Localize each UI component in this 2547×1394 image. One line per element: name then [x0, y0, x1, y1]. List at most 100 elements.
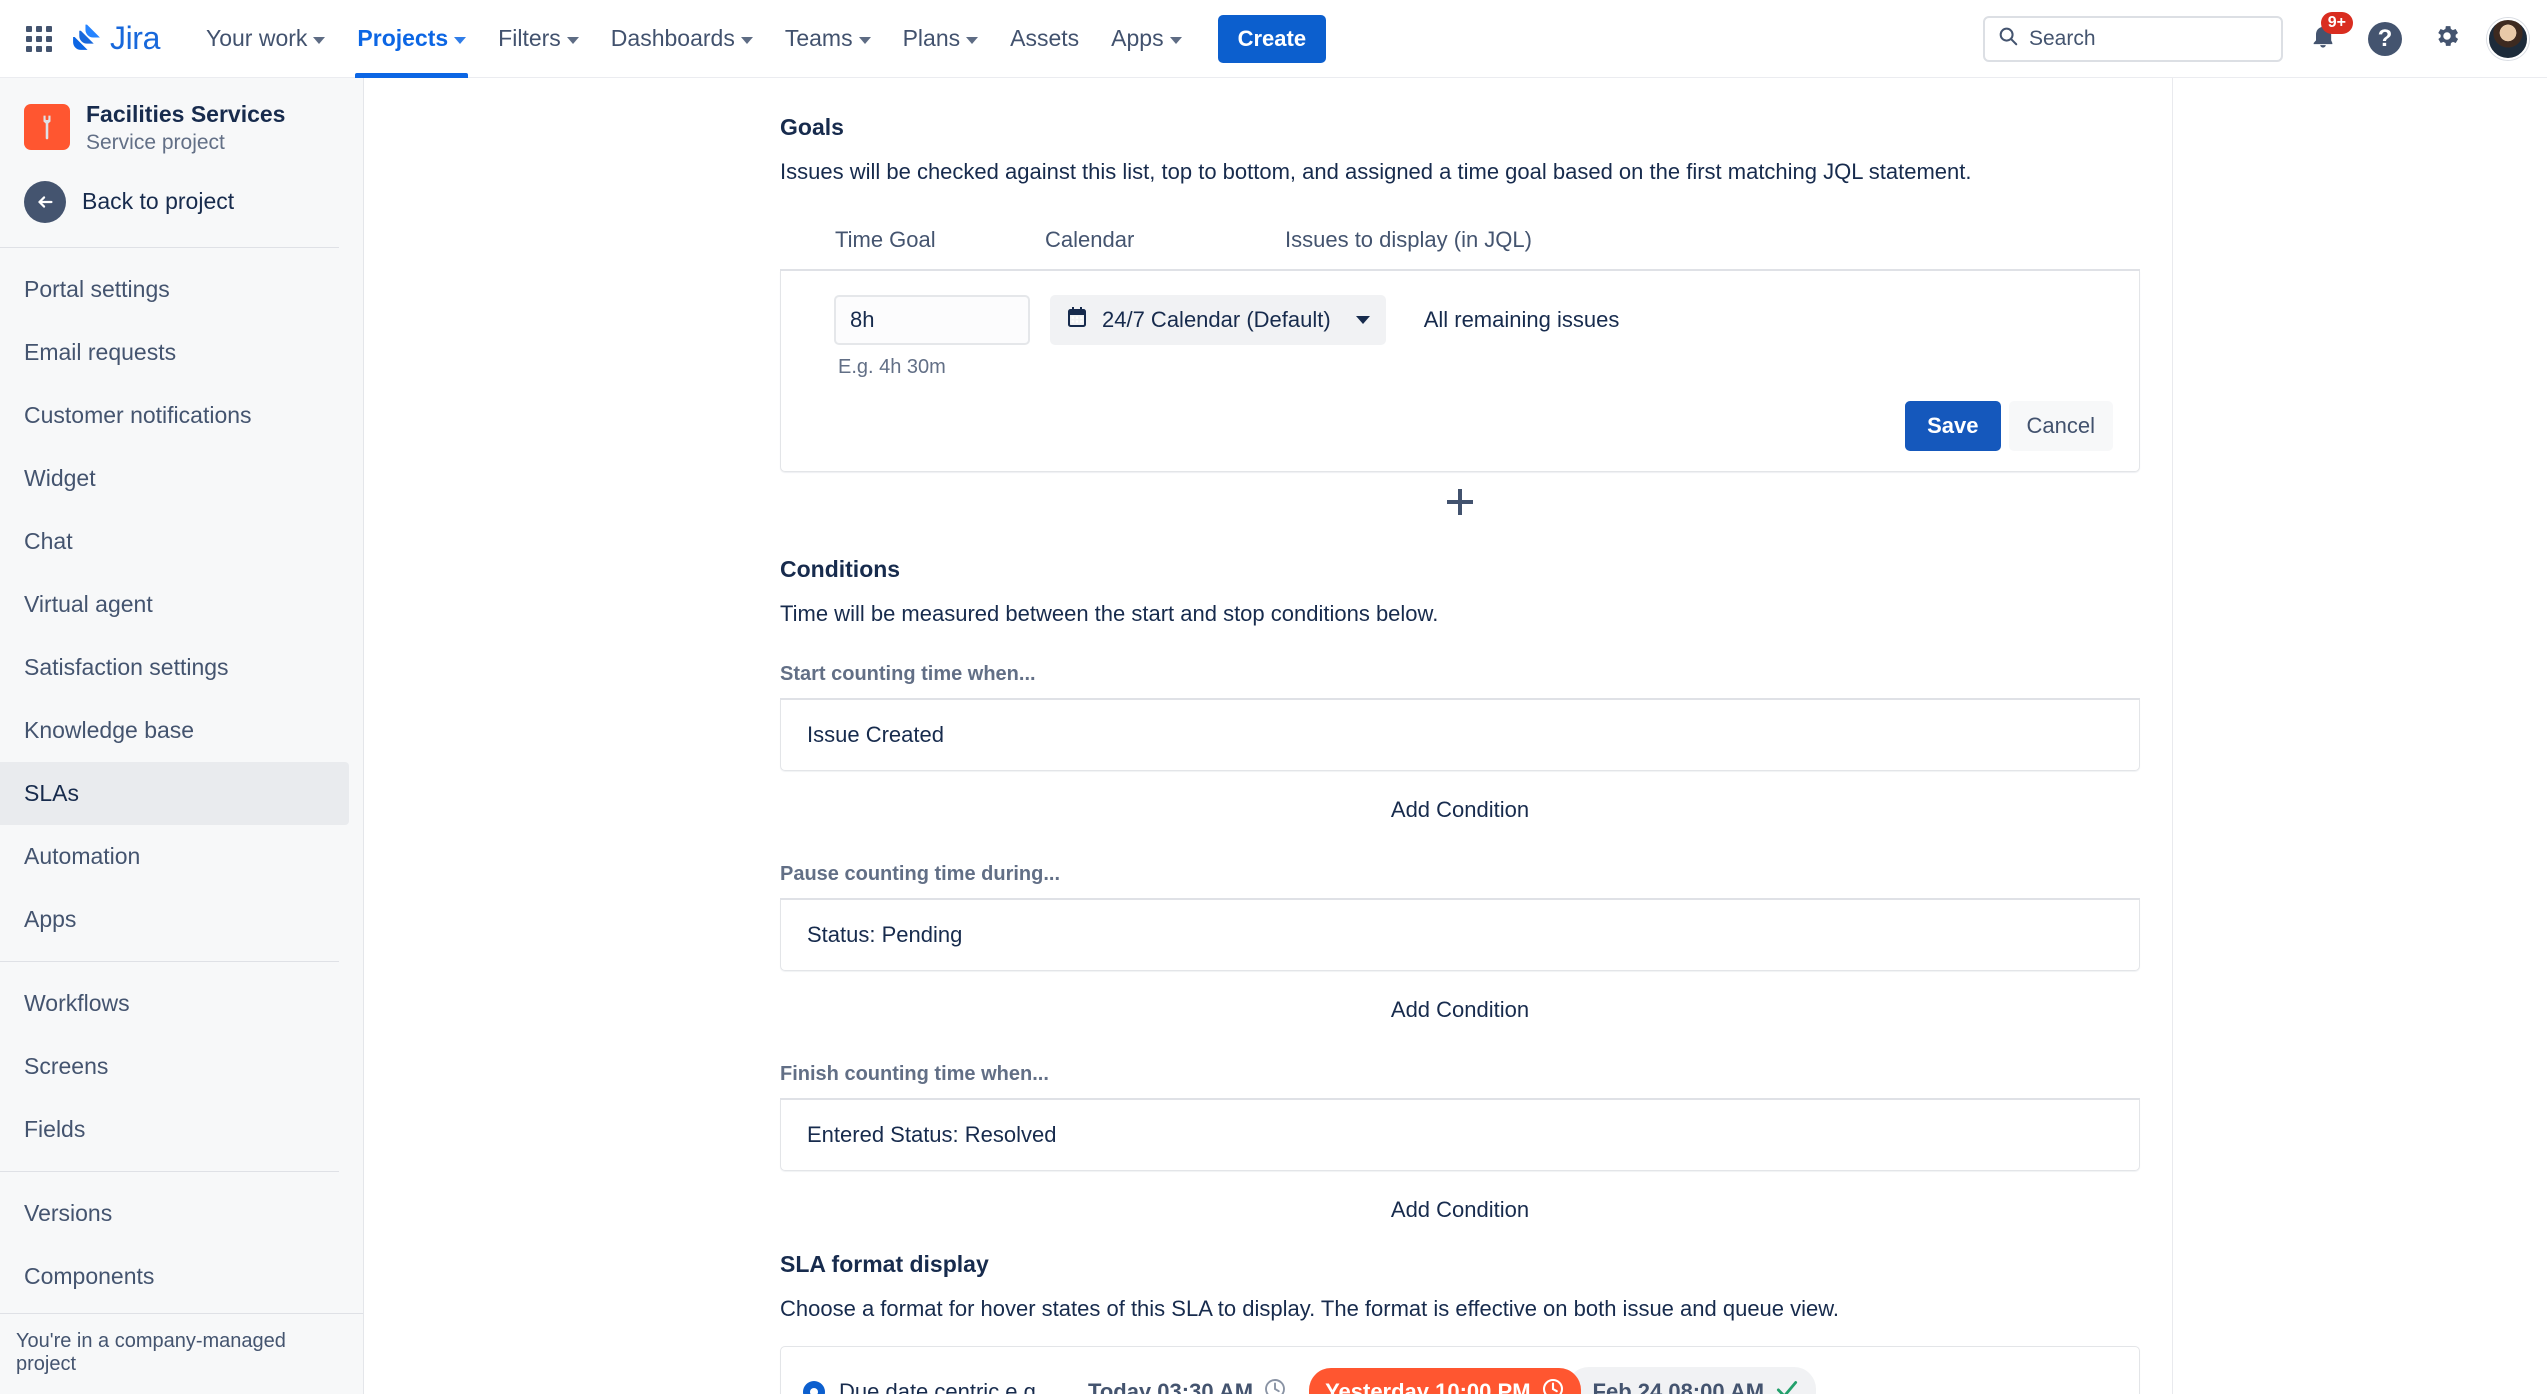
pause-condition-label: Pause counting time during...	[780, 863, 1061, 885]
chevron-down-icon	[313, 36, 326, 44]
sla-settings-content: Goals Issues will be checked against thi…	[364, 78, 2173, 1394]
chevron-down-icon	[740, 36, 753, 44]
conditions-heading: Conditions	[780, 556, 901, 582]
sidebar-item-email-requests[interactable]: Email requests	[0, 321, 349, 384]
nav-right-controls: Search 9+ ?	[1983, 11, 2529, 62]
sidebar-item-label: Chat	[24, 527, 73, 554]
chevron-down-icon	[966, 36, 979, 44]
project-header[interactable]: Facilities Services Service project	[0, 78, 363, 167]
finish-condition-value[interactable]: Entered Status: Resolved	[780, 1100, 2140, 1171]
sidebar-item-label: SLAs	[24, 779, 79, 806]
create-button[interactable]: Create	[1217, 14, 1327, 63]
sla-format-samples: Today 03:30 AM Yesterday 10:00 PM Feb 24…	[1072, 1367, 1817, 1394]
search-input[interactable]: Search	[1983, 15, 2283, 62]
nav-item-teams[interactable]: Teams	[769, 0, 887, 78]
sidebar-item-virtual-agent[interactable]: Virtual agent	[0, 573, 349, 636]
settings-button[interactable]	[2425, 17, 2469, 61]
goal-row-card: 24/7 Calendar (Default) All remaining is…	[780, 271, 2140, 472]
sidebar-item-components[interactable]: Components	[0, 1245, 349, 1308]
project-settings-sidebar: Facilities Services Service project Back…	[0, 78, 364, 1394]
sidebar-item-label: Widget	[24, 464, 96, 491]
nav-item-dashboards[interactable]: Dashboards	[595, 0, 769, 78]
chevron-down-icon	[1355, 316, 1370, 324]
conditions-description: Time will be measured between the start …	[780, 601, 1439, 626]
goal-actions: Save Cancel	[834, 401, 2113, 451]
goals-description: Issues will be checked against this list…	[780, 159, 1972, 184]
nav-label: Plans	[902, 25, 961, 51]
add-finish-condition-button[interactable]: Add Condition	[780, 1171, 2140, 1249]
avatar[interactable]	[2487, 17, 2529, 60]
back-to-project-link[interactable]: Back to project	[0, 167, 363, 237]
nav-label: Apps	[1111, 25, 1164, 51]
chevron-down-icon	[1169, 36, 1182, 44]
back-to-project-label: Back to project	[82, 188, 235, 215]
sidebar-item-widget[interactable]: Widget	[0, 447, 349, 510]
sidebar-item-fields[interactable]: Fields	[0, 1098, 349, 1161]
sidebar-item-chat[interactable]: Chat	[0, 510, 349, 573]
sidebar-item-label: Automation	[24, 842, 141, 869]
brand-name: Jira	[110, 20, 160, 56]
sla-sample-breached: Yesterday 10:00 PM	[1309, 1368, 1581, 1394]
jira-home-link[interactable]: Jira	[70, 20, 160, 57]
chevron-down-icon	[566, 36, 579, 44]
nav-item-your-work[interactable]: Your work	[190, 0, 341, 78]
nav-item-plans[interactable]: Plans	[887, 0, 995, 78]
sla-format-heading: SLA format display	[780, 1251, 989, 1277]
sidebar-item-automation[interactable]: Automation	[0, 825, 349, 888]
primary-nav: Your work Projects Filters Dashboards Te…	[190, 0, 1327, 78]
sla-sample-completed: Feb 24 08:00 AM	[1566, 1367, 1817, 1394]
clock-icon	[1263, 1377, 1287, 1394]
sidebar-item-portal-settings[interactable]: Portal settings	[0, 258, 349, 321]
nav-item-assets[interactable]: Assets	[994, 0, 1095, 78]
sidebar-item-label: Components	[24, 1262, 155, 1289]
notifications-button[interactable]: 9+	[2301, 11, 2353, 61]
nav-item-apps[interactable]: Apps	[1095, 0, 1197, 78]
sla-format-description: Choose a format for hover states of this…	[780, 1296, 1840, 1321]
due-date-centric-radio[interactable]	[803, 1381, 825, 1394]
sample-text: Yesterday 10:00 PM	[1325, 1379, 1531, 1394]
add-goal-button[interactable]	[780, 472, 2140, 532]
cancel-button[interactable]: Cancel	[2008, 401, 2113, 451]
project-name: Facilities Services	[86, 101, 286, 127]
sidebar-item-label: Screens	[24, 1052, 109, 1079]
calendar-select[interactable]: 24/7 Calendar (Default)	[1050, 295, 1386, 345]
due-date-centric-label: Due date centric e.g.	[839, 1379, 1043, 1394]
time-goal-input[interactable]	[834, 295, 1030, 345]
sidebar-divider	[0, 960, 339, 962]
sidebar-item-label: Workflows	[24, 989, 130, 1016]
top-navigation-bar: Jira Your work Projects Filters Dashboar…	[0, 0, 2547, 78]
sidebar-item-label: Knowledge base	[24, 716, 195, 743]
nav-label: Your work	[205, 25, 308, 51]
wrench-icon	[24, 104, 70, 151]
sidebar-item-satisfaction-settings[interactable]: Satisfaction settings	[0, 636, 349, 699]
pause-condition-value[interactable]: Status: Pending	[780, 900, 2140, 971]
start-condition-label: Start counting time when...	[780, 663, 1036, 685]
app-switcher-button[interactable]	[22, 22, 56, 56]
sidebar-item-label: Portal settings	[24, 275, 170, 302]
clock-icon	[1541, 1377, 1565, 1394]
sidebar-divider	[0, 246, 339, 248]
sidebar-item-workflows[interactable]: Workflows	[0, 972, 349, 1035]
start-condition-value[interactable]: Issue Created	[780, 700, 2140, 771]
jql-value[interactable]: All remaining issues	[1424, 307, 1620, 333]
save-button[interactable]: Save	[1905, 401, 2001, 451]
sidebar-item-apps[interactable]: Apps	[0, 888, 349, 951]
sidebar-item-screens[interactable]: Screens	[0, 1035, 349, 1098]
nav-item-filters[interactable]: Filters	[482, 0, 595, 78]
sidebar-item-customer-notifications[interactable]: Customer notifications	[0, 384, 349, 447]
column-header-calendar: Calendar	[1045, 227, 1135, 252]
nav-item-projects[interactable]: Projects	[341, 0, 482, 78]
nav-label: Dashboards	[610, 25, 735, 51]
nav-label: Filters	[498, 25, 561, 51]
calendar-select-value: 24/7 Calendar (Default)	[1102, 307, 1331, 332]
arrow-left-icon	[24, 180, 66, 223]
sidebar-item-slas[interactable]: SLAs	[0, 761, 349, 825]
calendar-icon	[1065, 305, 1089, 335]
help-button[interactable]: ?	[2363, 17, 2407, 61]
add-pause-condition-button[interactable]: Add Condition	[780, 971, 2140, 1049]
sidebar-item-versions[interactable]: Versions	[0, 1182, 349, 1245]
sidebar-item-knowledge-base[interactable]: Knowledge base	[0, 699, 349, 762]
project-type: Service project	[86, 130, 225, 154]
add-start-condition-button[interactable]: Add Condition	[780, 771, 2140, 849]
nav-label: Projects	[357, 25, 449, 51]
